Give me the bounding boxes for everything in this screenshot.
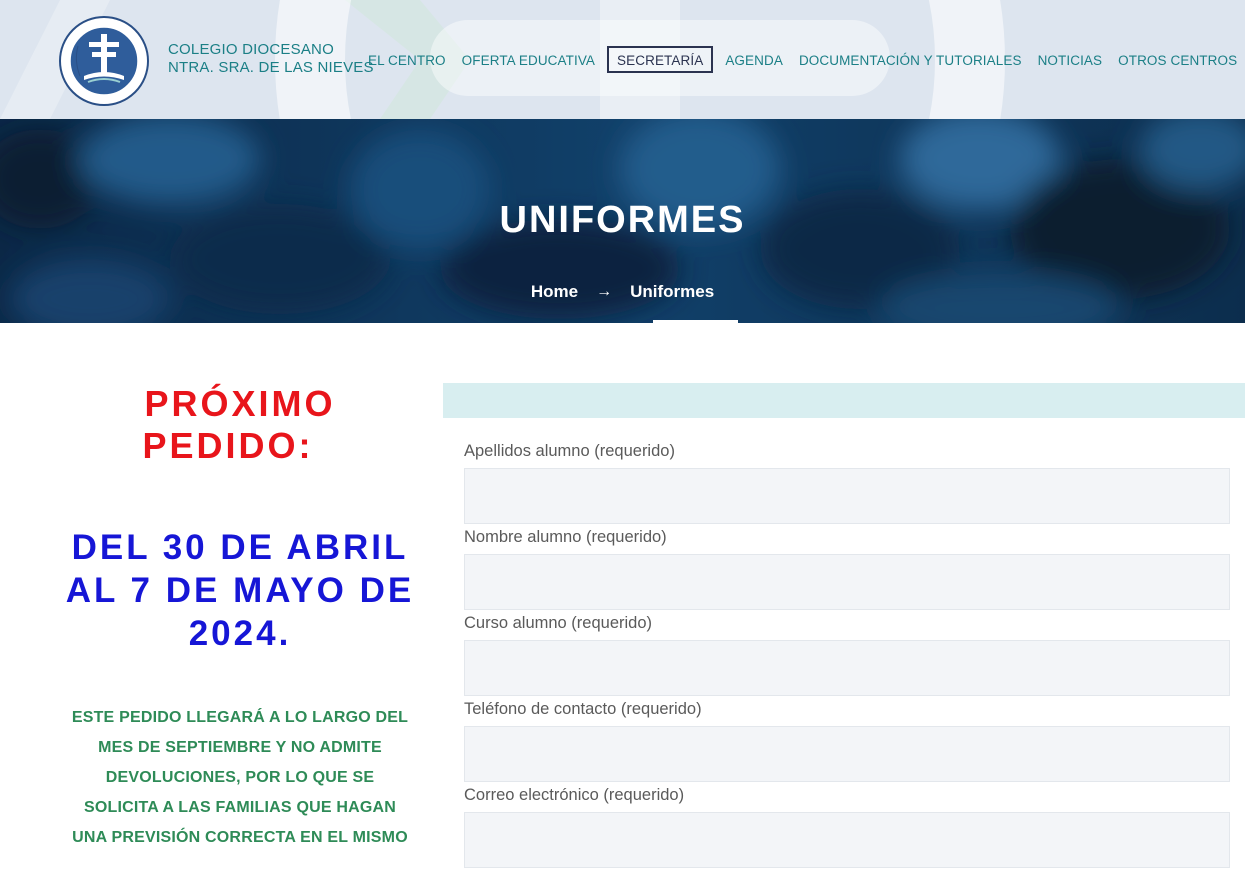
course-input[interactable] — [464, 640, 1230, 696]
name-input[interactable] — [464, 554, 1230, 610]
surname-label: Apellidos alumno (requerido) — [464, 442, 675, 460]
course-label: Curso alumno (requerido) — [464, 614, 653, 632]
breadcrumb-current: Uniformes — [630, 282, 715, 301]
phone-input[interactable] — [464, 726, 1230, 782]
breadcrumb: Home → Uniformes — [0, 282, 1245, 302]
main-nav: EL CENTRO OFERTA EDUCATIVA SECRETARÍA AG… — [360, 46, 1245, 73]
name-label: Nombre alumno (requerido) — [464, 528, 667, 546]
nav-otros-centros[interactable]: OTROS CENTROS — [1110, 46, 1245, 73]
order-disclaimer-line2: MES DE SEPTIEMBRE Y NO ADMITE — [98, 739, 382, 756]
school-name[interactable]: COLEGIO DIOCESANO NTRA. SRA. DE LAS NIEV… — [168, 41, 374, 77]
nav-agenda[interactable]: AGENDA — [717, 46, 791, 73]
cross-emblem-icon — [59, 16, 149, 106]
nav-el-centro[interactable]: EL CENTRO — [360, 46, 454, 73]
next-order-heading-line1: PRÓXIMO — [144, 383, 336, 424]
next-order-heading-line2: PEDIDO: — [142, 425, 314, 466]
order-notice: PRÓXIMO PEDIDO: DEL 30 DE ABRIL AL 7 DE … — [40, 383, 440, 853]
form-header-bar — [443, 383, 1245, 418]
order-dates: DEL 30 DE ABRIL AL 7 DE MAYO DE 2024. — [40, 526, 440, 655]
email-label: Correo electrónico (requerido) — [464, 786, 685, 804]
email-input[interactable] — [464, 812, 1230, 868]
page-hero: UNIFORMES Home → Uniformes — [0, 119, 1245, 323]
nav-noticias[interactable]: NOTICIAS — [1030, 46, 1111, 73]
order-dates-line3: 2024. — [188, 614, 292, 653]
page-title: UNIFORMES — [499, 199, 746, 241]
surname-input[interactable] — [464, 468, 1230, 524]
order-disclaimer-line4: SOLICITA A LAS FAMILIAS QUE HAGAN — [83, 799, 397, 816]
site-header: COLEGIO DIOCESANO NTRA. SRA. DE LAS NIEV… — [0, 0, 1245, 119]
order-dates-line2: AL 7 DE MAYO DE — [65, 571, 415, 610]
order-disclaimer-line3: DEVOLUCIONES, POR LO QUE SE — [105, 769, 375, 786]
nav-documentacion[interactable]: DOCUMENTACIÓN Y TUTORIALES — [791, 46, 1030, 73]
order-disclaimer-line5: UNA PREVISIÓN CORRECTA EN EL MISMO — [72, 829, 408, 846]
phone-label: Teléfono de contacto (requerido) — [464, 700, 702, 718]
breadcrumb-underline — [653, 320, 738, 323]
next-order-heading: PRÓXIMO PEDIDO: — [40, 383, 440, 467]
school-name-line2: NTRA. SRA. DE LAS NIEVES — [168, 59, 374, 76]
order-dates-line1: DEL 30 DE ABRIL — [71, 528, 409, 567]
breadcrumb-home-link[interactable]: Home — [531, 282, 578, 302]
order-disclaimer-line1: ESTE PEDIDO LLEGARÁ A LO LARGO DEL — [71, 709, 409, 726]
nav-oferta-educativa[interactable]: OFERTA EDUCATIVA — [454, 46, 603, 73]
school-logo[interactable] — [58, 16, 150, 106]
order-disclaimer: ESTE PEDIDO LLEGARÁ A LO LARGO DEL MES D… — [40, 703, 440, 853]
nav-secretaria[interactable]: SECRETARÍA — [607, 46, 714, 73]
breadcrumb-arrow-icon: → — [596, 283, 613, 300]
school-name-line1: COLEGIO DIOCESANO — [168, 41, 334, 58]
